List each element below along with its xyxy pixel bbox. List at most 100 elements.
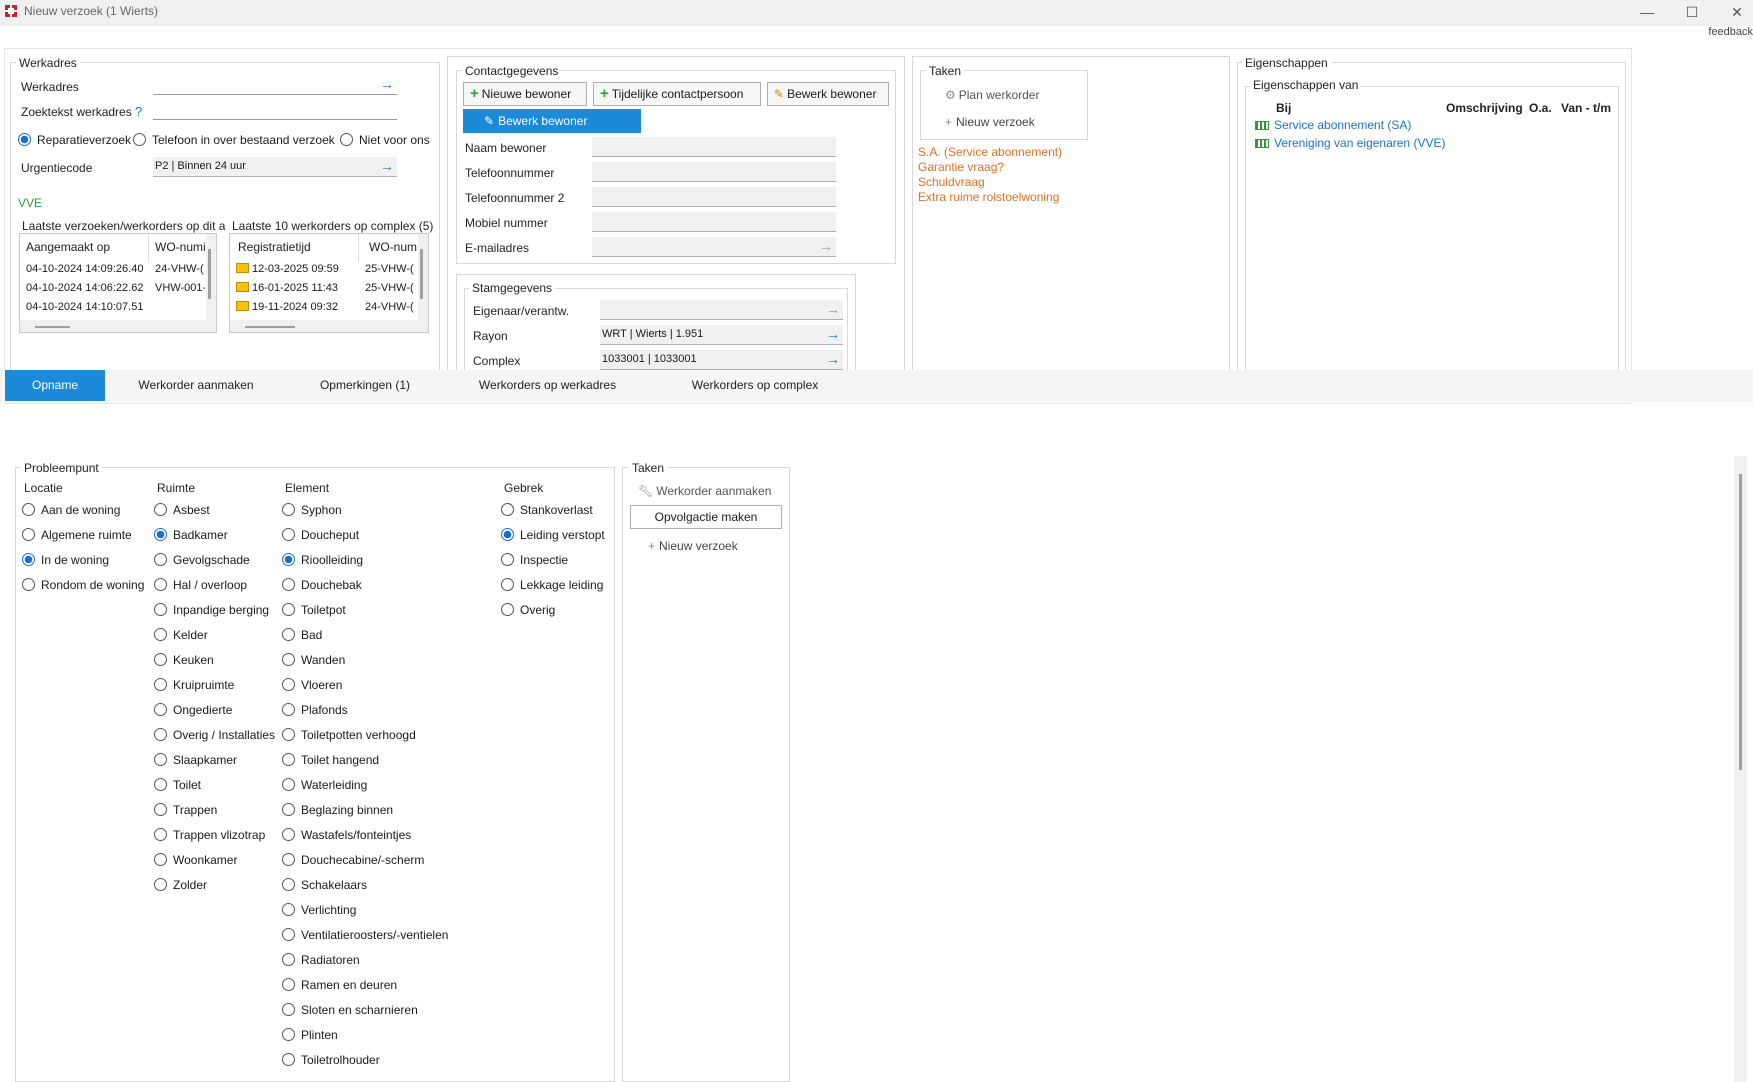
nieuwe-bewoner-button[interactable]: + Nieuwe bewoner <box>463 82 587 106</box>
complex-field[interactable]: 1033001 | 1033001 → <box>600 350 843 370</box>
list1-header-aangemaakt[interactable]: Aangemaakt op <box>26 240 110 254</box>
radio-ruimte-option[interactable]: Badkamer <box>154 528 228 542</box>
radio-locatie-option[interactable]: In de woning <box>22 553 109 567</box>
complex-arrow-icon[interactable]: → <box>826 351 840 367</box>
radio-gebrek-option[interactable]: Stankoverlast <box>501 503 593 517</box>
urgentie-select[interactable]: P2 | Binnen 24 uur → <box>153 157 397 177</box>
list2-header-registratie[interactable]: Registratietijd <box>238 240 311 254</box>
tab-opname[interactable]: Opname <box>5 370 105 401</box>
telefoonnummer-field[interactable] <box>592 162 836 182</box>
rayon-arrow-icon[interactable]: → <box>826 326 840 342</box>
email-field[interactable]: → <box>592 237 836 257</box>
radio-element-option[interactable]: Syphon <box>282 503 342 517</box>
minimize-button[interactable]: — <box>1632 2 1662 22</box>
alert-sa[interactable]: S.A. (Service abonnement) <box>918 145 1062 159</box>
tab-werkorder-aanmaken[interactable]: Werkorder aanmaken <box>125 370 267 401</box>
table-row[interactable]: 12-03-2025 09:59 <box>236 263 339 275</box>
bewerk-bewoner-button[interactable]: ✎ Bewerk bewoner <box>767 82 889 106</box>
radio-niet-voor-ons[interactable]: Niet voor ons <box>340 133 430 147</box>
radio-element-option[interactable]: Sloten en scharnieren <box>282 1003 418 1017</box>
alert-schuldvraag[interactable]: Schuldvraag <box>918 175 985 189</box>
radio-element-option[interactable]: Toiletpotten verhoogd <box>282 728 416 742</box>
list-item[interactable]: Vereniging van eigenaren (VVE) <box>1255 136 1445 150</box>
radio-ruimte-option[interactable]: Inpandige berging <box>154 603 269 617</box>
radio-element-option[interactable]: Ramen en deuren <box>282 978 397 992</box>
radio-element-option[interactable]: Schakelaars <box>282 878 367 892</box>
radio-ruimte-option[interactable]: Hal / overloop <box>154 578 247 592</box>
table-row[interactable]: 16-01-2025 11:43 <box>236 282 338 294</box>
radio-element-option[interactable]: Toilet hangend <box>282 753 379 767</box>
radio-gebrek-option[interactable]: Overig <box>501 603 555 617</box>
radio-ruimte-option[interactable]: Woonkamer <box>154 853 237 867</box>
bewerk-bewoner-menu-item[interactable]: ✎ Bewerk bewoner <box>463 109 641 133</box>
radio-ruimte-option[interactable]: Kelder <box>154 628 208 642</box>
werkorder-aanmaken-button[interactable]: 🔧︎ Werkorder aanmaken <box>638 484 771 498</box>
radio-element-option[interactable]: Rioolleiding <box>282 553 363 567</box>
col-oa[interactable]: O.a. <box>1529 101 1552 115</box>
radio-ruimte-option[interactable]: Ongedierte <box>154 703 232 717</box>
zoektekst-input[interactable] <box>153 100 397 120</box>
radio-element-option[interactable]: Beglazing binnen <box>282 803 393 817</box>
list1-header-wo[interactable]: WO-numi <box>155 240 205 254</box>
nieuw-verzoek-button[interactable]: + Nieuw verzoek <box>945 115 1035 129</box>
radio-element-option[interactable]: Plinten <box>282 1028 338 1042</box>
mobiel-field[interactable] <box>592 212 836 232</box>
radio-element-option[interactable]: Radiatoren <box>282 953 360 967</box>
radio-element-option[interactable]: Ventilatieroosters/-ventielen <box>282 928 448 942</box>
radio-element-option[interactable]: Plafonds <box>282 703 348 717</box>
feedback-link[interactable]: feedback <box>1708 26 1753 38</box>
radio-ruimte-option[interactable]: Trappen <box>154 803 217 817</box>
tijdelijke-contactpersoon-button[interactable]: + Tijdelijke contactpersoon <box>593 82 761 106</box>
radio-locatie-option[interactable]: Rondom de woning <box>22 578 144 592</box>
col-bij[interactable]: Bij <box>1276 101 1291 115</box>
radio-ruimte-option[interactable]: Trappen vlizotrap <box>154 828 265 842</box>
complex-workorders-list[interactable]: Registratietijd WO-num 12-03-2025 09:59 … <box>229 233 429 333</box>
radio-ruimte-option[interactable]: Asbest <box>154 503 210 517</box>
radio-ruimte-option[interactable]: Kruipruimte <box>154 678 234 692</box>
telefoonnummer2-field[interactable] <box>592 187 836 207</box>
table-row[interactable]: VHW-001- <box>155 282 205 294</box>
rayon-field[interactable]: WRT | Wierts | 1.951 → <box>600 325 843 345</box>
plan-werkorder-button[interactable]: ⚙ Plan werkorder <box>945 88 1039 102</box>
list-item[interactable]: Service abonnement (SA) <box>1255 118 1411 132</box>
eigenaar-arrow-icon[interactable]: → <box>826 301 840 317</box>
opvolgactie-button[interactable]: Opvolgactie maken <box>630 505 782 529</box>
radio-element-option[interactable]: Toiletpot <box>282 603 346 617</box>
radio-element-option[interactable]: Wastafels/fonteintjes <box>282 828 411 842</box>
table-row[interactable]: 04-10-2024 14:06:22.62 <box>26 282 143 294</box>
radio-element-option[interactable]: Vloeren <box>282 678 342 692</box>
tab-opmerkingen[interactable]: Opmerkingen (1) <box>310 370 420 401</box>
table-row[interactable]: 04-10-2024 14:09:26.40 <box>26 263 143 275</box>
table-row[interactable]: 25-VHW-( <box>365 263 415 275</box>
maximize-button[interactable]: ☐ <box>1677 2 1707 22</box>
radio-telefoon-in[interactable]: Telefoon in over bestaand verzoek <box>133 133 335 147</box>
radio-gebrek-option[interactable]: Inspectie <box>501 553 568 567</box>
radio-reparatieverzoek[interactable]: Reparatieverzoek <box>18 133 131 147</box>
radio-element-option[interactable]: Toiletrolhouder <box>282 1053 380 1067</box>
list2-vscroll[interactable] <box>418 234 428 320</box>
table-row[interactable]: 25-VHW-( <box>365 282 415 294</box>
table-row[interactable]: 19-11-2024 09:32 <box>236 301 338 313</box>
werkadres-arrow-icon[interactable]: → <box>380 76 394 92</box>
urgentie-arrow-icon[interactable]: → <box>380 158 394 174</box>
main-vscroll[interactable] <box>1734 456 1747 1082</box>
radio-element-option[interactable]: Douchebak <box>282 578 362 592</box>
email-arrow-icon[interactable]: → <box>819 238 833 254</box>
radio-ruimte-option[interactable]: Toilet <box>154 778 201 792</box>
alert-garantie[interactable]: Garantie vraag? <box>918 160 1004 174</box>
list1-vscroll[interactable] <box>206 234 216 320</box>
nieuw-verzoek-bottom-button[interactable]: + Nieuw verzoek <box>648 539 738 553</box>
radio-element-option[interactable]: Waterleiding <box>282 778 367 792</box>
radio-locatie-option[interactable]: Aan de woning <box>22 503 120 517</box>
radio-ruimte-option[interactable]: Slaapkamer <box>154 753 237 767</box>
tab-werkorders-complex[interactable]: Werkorders op complex <box>680 370 830 401</box>
werkadres-input[interactable]: → <box>153 75 397 95</box>
close-button[interactable]: ✕ <box>1722 2 1752 22</box>
radio-element-option[interactable]: Douchecabine/-scherm <box>282 853 424 867</box>
radio-gebrek-option[interactable]: Lekkage leiding <box>501 578 603 592</box>
help-icon[interactable]: ? <box>135 104 142 119</box>
table-row[interactable]: 04-10-2024 14:10:07.51 <box>26 301 143 313</box>
radio-gebrek-option[interactable]: Leiding verstopt <box>501 528 605 542</box>
naam-bewoner-field[interactable] <box>592 137 836 157</box>
radio-element-option[interactable]: Wanden <box>282 653 345 667</box>
